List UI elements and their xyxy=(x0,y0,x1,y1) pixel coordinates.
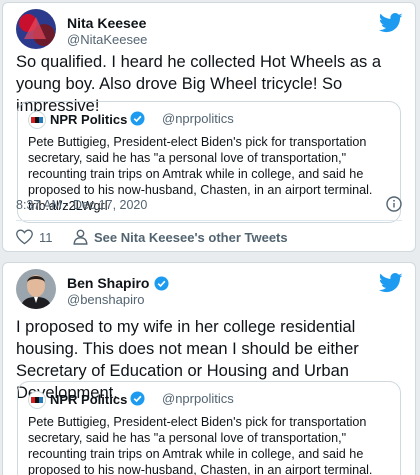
tweet-card: Nita Keesee @NitaKeesee So qualified. I … xyxy=(2,2,416,252)
verified-badge-icon xyxy=(130,111,145,126)
verified-badge-icon xyxy=(154,276,169,291)
quoted-author-name: NPR Politics xyxy=(50,391,145,407)
quoted-tweet[interactable]: NPR Politics @nprpolitics Pete Buttigieg… xyxy=(17,381,401,475)
npr-logo-icon xyxy=(28,391,46,409)
heart-icon[interactable] xyxy=(16,229,33,245)
quoted-author-handle: @nprpolitics xyxy=(162,111,234,126)
tweet-card: Ben Shapiro @benshapiro I proposed to my… xyxy=(2,262,416,475)
quoted-author-name: NPR Politics xyxy=(50,111,145,127)
tweet-header: Ben Shapiro @benshapiro xyxy=(3,263,415,313)
twitter-bird-icon[interactable] xyxy=(379,13,403,33)
tweet-header: Nita Keesee @NitaKeesee xyxy=(3,3,415,53)
like-count: 11 xyxy=(39,230,53,245)
person-icon xyxy=(73,229,88,245)
quoted-tweet-text: Pete Buttigieg, President-elect Biden's … xyxy=(28,415,373,475)
quoted-author-handle: @nprpolitics xyxy=(162,391,234,406)
avatar[interactable] xyxy=(16,9,56,49)
twitter-bird-icon[interactable] xyxy=(379,273,403,293)
author-name[interactable]: Ben Shapiro xyxy=(67,275,149,291)
avatar[interactable] xyxy=(16,269,56,309)
author-name[interactable]: Nita Keesee xyxy=(67,15,146,31)
verified-badge-icon xyxy=(130,391,145,406)
author-handle[interactable]: @NitaKeesee xyxy=(67,32,147,47)
tweet-timestamp[interactable]: 8:37 AM · Dec 17, 2020 xyxy=(16,198,147,212)
info-icon[interactable] xyxy=(386,196,402,212)
author-handle[interactable]: @benshapiro xyxy=(67,292,145,307)
divider xyxy=(16,220,402,221)
other-tweets-link[interactable]: See Nita Keesee's other Tweets xyxy=(94,230,288,245)
npr-logo-icon xyxy=(28,111,46,129)
